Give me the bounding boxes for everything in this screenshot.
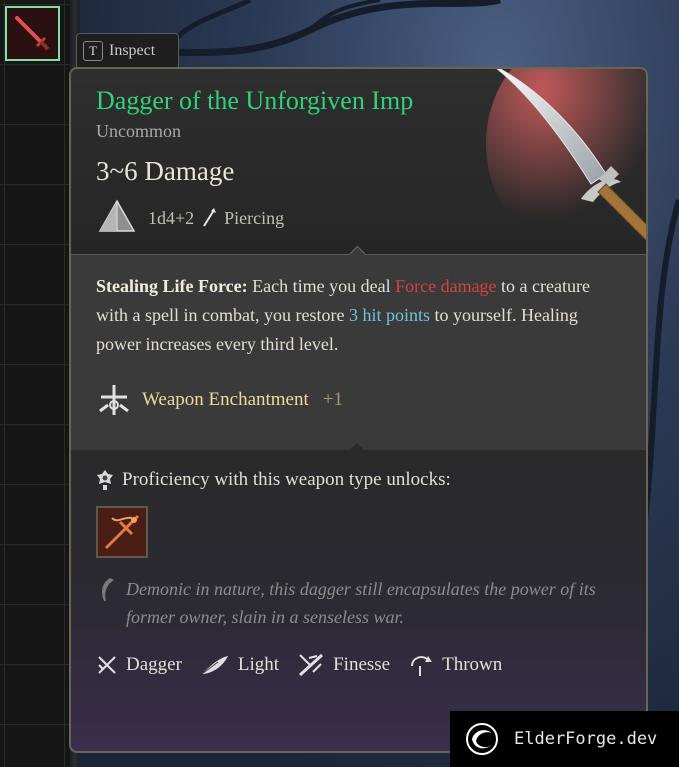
hit-points-link[interactable]: 3 hit points [349,305,430,325]
property-label: Finesse [333,654,391,675]
property-thrown[interactable]: Thrown [408,652,502,678]
feather-icon [201,656,228,675]
inspect-keybind: T [83,40,103,61]
weapon-action-tile[interactable] [96,506,148,558]
dagger-artwork [486,69,646,254]
enchantment-value: +1 [322,389,343,410]
item-name: Dagger of the Unforgiven Imp [96,86,414,115]
property-label: Thrown [442,654,503,675]
inspect-tab[interactable]: T Inspect [76,33,179,67]
item-damage: 3~6 Damage [96,156,235,186]
property-light[interactable]: Light [200,654,279,676]
property-label: Dagger [126,654,182,675]
property-dagger[interactable]: Dagger [96,654,182,676]
inventory-grid [0,0,70,767]
item-tooltip: Dagger of the Unforgiven Imp Uncommon 3~… [69,67,648,753]
dagger-icon [98,656,116,674]
proficiency-label: Proficiency with this weapon type unlock… [122,469,451,490]
ability-section: Stealing Life Force: Each time you deal … [71,255,646,450]
weapon-action-icon [98,508,146,556]
inspect-label: Inspect [109,41,156,59]
d4-die-icon [98,199,136,232]
ability-name: Stealing Life Force: [96,276,248,296]
damage-dice-row: 1d4+2 Piercing [98,199,284,237]
flavor-text-block: Demonic in nature, this dagger still enc… [96,575,616,631]
damage-dice: 1d4+2 [148,207,195,228]
property-label: Light [237,654,280,675]
watermark-text: ElderForge.dev [514,729,658,749]
enchantment-icon [99,385,129,415]
watermark: ElderForge.dev [450,711,679,767]
item-rarity: Uncommon [96,121,181,141]
proficiency-icon [97,470,113,490]
elderforge-logo-icon [466,723,498,755]
thrown-icon [411,656,433,676]
quill-icon [102,578,114,601]
finesse-icon [299,653,324,677]
dagger-slot-icon [15,16,50,51]
ability-text-1: Each time you deal [247,276,396,296]
ability-description: Stealing Life Force: Each time you deal … [96,272,616,359]
weapon-properties: Dagger Light Finesse Thrown [96,652,502,678]
property-finesse[interactable]: Finesse [297,652,390,678]
enchantment-label: Weapon Enchantment [142,389,309,410]
inventory-slot-selected[interactable] [5,6,60,61]
flavor-text: Demonic in nature, this dagger still enc… [126,579,596,627]
damage-type: Piercing [224,207,285,228]
tooltip-header: Dagger of the Unforgiven Imp Uncommon 3~… [71,69,646,255]
proficiency-header: Proficiency with this weapon type unlock… [96,469,451,491]
force-damage-link[interactable]: Force damage [395,276,496,296]
weapon-enchantment-row: Weapon Enchantment +1 [96,383,343,417]
piercing-icon [203,208,217,227]
